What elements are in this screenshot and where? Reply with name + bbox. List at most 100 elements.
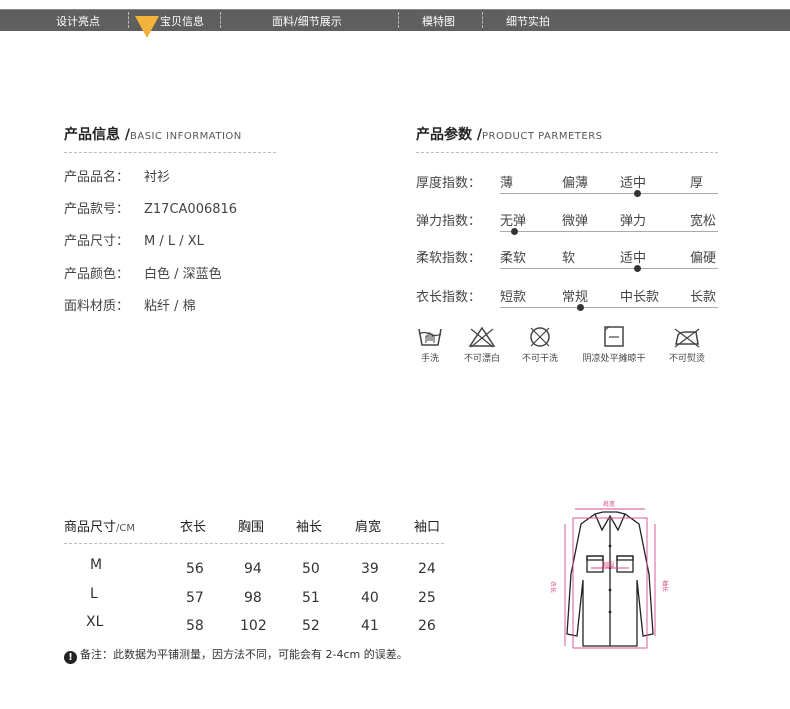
size-cell: 39 <box>361 561 379 577</box>
param-option: 常规 <box>562 290 589 305</box>
param-option: 适中 <box>620 176 647 191</box>
care-label: 手洗 <box>420 354 439 364</box>
param-label: 柔软指数： <box>416 251 482 266</box>
product-params-title-cn: 产品参数 / <box>416 127 482 143</box>
care-dry-flat-shade: 阴凉处平摊晾干 <box>576 325 652 364</box>
care-label: 不可漂白 <box>463 354 500 364</box>
dry-flat-shade-icon <box>604 326 624 347</box>
info-label: 产品颜色： <box>64 267 130 282</box>
size-header-unit: /CM <box>116 523 135 534</box>
size-cell: 56 <box>186 561 204 577</box>
size-cell: 102 <box>240 618 267 634</box>
nav-separator <box>128 12 129 28</box>
info-label: 产品品名： <box>64 170 130 185</box>
info-row-material: 面料材质： 粘纤 / 棉 <box>64 295 196 314</box>
size-cell: 57 <box>186 590 204 606</box>
param-option: 偏薄 <box>562 176 589 191</box>
divider <box>416 152 718 153</box>
info-row-name: 产品品名： 衬衫 <box>64 166 170 185</box>
param-option: 中长款 <box>620 290 660 305</box>
warning-icon: ! <box>64 651 77 664</box>
param-label: 弹力指数： <box>416 214 482 229</box>
param-option: 薄 <box>500 176 514 191</box>
nav-item-details[interactable]: 细节实拍 <box>506 13 550 29</box>
divider <box>64 543 444 544</box>
shoulder-label: 肩宽 <box>603 500 615 508</box>
param-option: 软 <box>562 251 576 266</box>
care-label: 阴凉处平摊晾干 <box>582 354 646 364</box>
product-info-title-en: BASIC INFORMATION <box>130 131 242 142</box>
no-dry-clean-icon <box>530 327 550 347</box>
sleeve-label: 袖长 <box>661 580 669 592</box>
info-label: 面料材质： <box>64 299 130 314</box>
care-label: 不可干洗 <box>521 354 558 364</box>
product-info-title: 产品信息 /BASIC INFORMATION <box>64 124 242 144</box>
col-length: 衣长 <box>180 520 207 535</box>
nav-chain-decoration <box>0 0 790 9</box>
param-option: 短款 <box>500 290 527 305</box>
nav-item-fabric[interactable]: 面料/细节展示 <box>272 13 342 29</box>
param-selected-dot <box>634 190 641 197</box>
param-selected-dot <box>634 265 641 272</box>
size-cell: 24 <box>418 561 436 577</box>
nav-separator <box>398 12 399 28</box>
nav-item-design[interactable]: 设计亮点 <box>56 13 100 29</box>
product-params-title: 产品参数 /PRODUCT PARMETERS <box>416 124 603 144</box>
chest-label: 胸围 <box>602 561 614 569</box>
param-label: 厚度指数： <box>416 176 482 191</box>
care-hand-wash: 手洗 <box>412 325 448 364</box>
info-row-size: 产品尺寸： M / L / XL <box>64 230 204 249</box>
care-label: 不可熨烫 <box>668 354 705 364</box>
param-scale-line <box>500 193 718 194</box>
param-option: 微弹 <box>562 214 589 229</box>
care-no-dry-clean: 不可干洗 <box>517 325 563 364</box>
size-cell: 52 <box>302 618 320 634</box>
info-value: 粘纤 / 棉 <box>144 299 196 314</box>
size-cell: 25 <box>418 590 436 606</box>
param-option: 厚 <box>690 176 704 191</box>
size-table-header-label: 商品尺寸/CM <box>64 516 135 535</box>
size-note: ! 备注：此数据为平铺测量，因方法不同，可能会有 2-4cm 的误差。 <box>64 646 408 664</box>
size-cell: 40 <box>361 590 379 606</box>
active-nav-indicator <box>135 16 159 38</box>
size-row-label: XL <box>86 614 104 630</box>
hand-wash-icon <box>418 328 442 346</box>
nav-item-product-info[interactable]: 宝贝信息 <box>160 13 204 29</box>
care-no-bleach: 不可漂白 <box>459 325 505 364</box>
nav-separator <box>220 12 221 28</box>
size-cell: 58 <box>186 618 204 634</box>
col-sleeve: 袖长 <box>296 520 323 535</box>
param-label: 衣长指数： <box>416 290 482 305</box>
param-scale-line <box>500 307 718 308</box>
size-cell: 41 <box>361 618 379 634</box>
param-selected-dot <box>511 228 518 235</box>
col-shoulder: 肩宽 <box>355 520 382 535</box>
no-iron-icon <box>674 328 700 348</box>
param-scale-line <box>500 268 718 269</box>
param-option: 偏硬 <box>690 251 717 266</box>
size-cell: 50 <box>302 561 320 577</box>
no-bleach-icon <box>468 326 496 348</box>
nav-item-model[interactable]: 模特图 <box>422 13 455 29</box>
info-value: 白色 / 深蓝色 <box>144 267 222 282</box>
info-label: 产品款号： <box>64 202 130 217</box>
size-cell: 51 <box>302 590 320 606</box>
col-chest: 胸围 <box>238 520 265 535</box>
shirt-measure-diagram: 肩宽 胸围 衣长 袖长 <box>549 500 669 649</box>
nav-bar: 设计亮点 宝贝信息 面料/细节展示 模特图 细节实拍 <box>0 9 790 31</box>
info-label: 产品尺寸： <box>64 234 130 249</box>
length-label: 衣长 <box>549 581 557 593</box>
note-text: 备注：此数据为平铺测量，因方法不同，可能会有 2-4cm 的误差。 <box>80 648 408 661</box>
info-row-style-no: 产品款号： Z17CA006816 <box>64 198 237 217</box>
param-option: 适中 <box>620 251 647 266</box>
param-option: 柔软 <box>500 251 527 266</box>
nav-separator <box>482 12 483 28</box>
col-cuff: 袖口 <box>414 520 441 535</box>
size-cell: 98 <box>244 590 262 606</box>
param-option: 无弹 <box>500 214 527 229</box>
param-selected-dot <box>577 304 584 311</box>
product-info-title-cn: 产品信息 / <box>64 127 130 143</box>
param-scale-line <box>500 231 718 232</box>
top-nav: 设计亮点 宝贝信息 面料/细节展示 模特图 细节实拍 <box>0 0 790 31</box>
size-cell: 26 <box>418 618 436 634</box>
